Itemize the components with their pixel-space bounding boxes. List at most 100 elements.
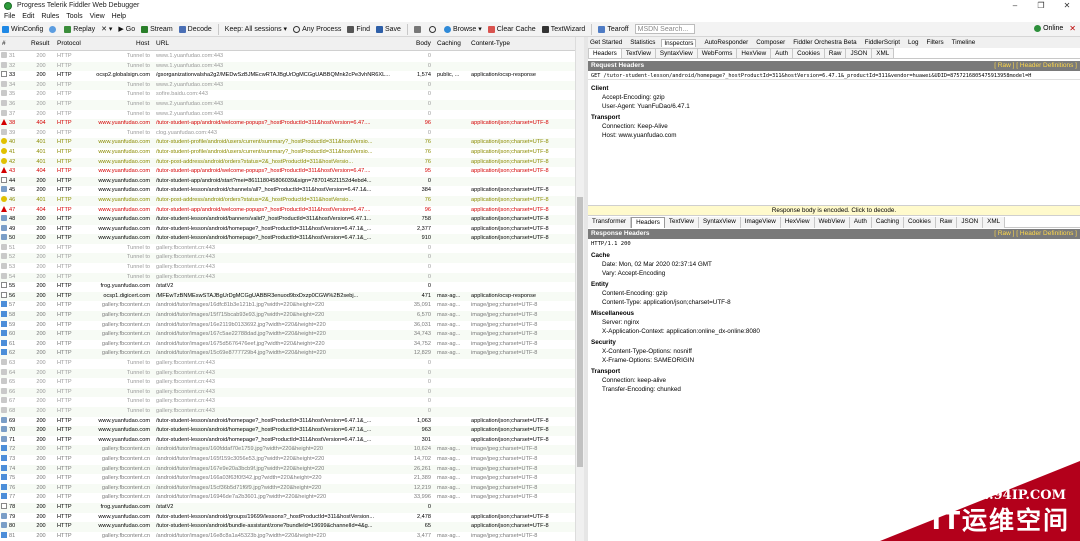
session-row[interactable]: 75 200 HTTP gallery.fbcontent.cn/android/tu… bbox=[0, 474, 575, 484]
session-row[interactable]: 36 200 HTTP Tunnel to www.2.yuanfudao.com:44… bbox=[0, 99, 575, 110]
raw-link[interactable]: [ Raw ] bbox=[994, 62, 1014, 69]
session-row[interactable]: 39 200 HTTP Tunnel to clog.yuanfudao.com:443… bbox=[0, 128, 575, 139]
req-tab-xml[interactable]: XML bbox=[871, 48, 895, 58]
header-entry[interactable]: User-Agent: YuanFuDao/6.47.1 bbox=[591, 102, 1071, 111]
col-num[interactable]: # bbox=[2, 40, 6, 47]
sessions-scrollbar[interactable] bbox=[575, 37, 584, 541]
col-protocol[interactable]: Protocol bbox=[57, 40, 81, 47]
session-row[interactable]: 77 200 HTTP gallery.fbcontent.cn/android/tu… bbox=[0, 493, 575, 503]
header-entry[interactable]: Connection: Keep-Alive bbox=[591, 122, 1071, 131]
session-row[interactable]: 67 200 HTTP Tunnel to gallery.fbcontent.cn:4… bbox=[0, 397, 575, 407]
session-row[interactable]: 66 200 HTTP Tunnel to gallery.fbcontent.cn:4… bbox=[0, 387, 575, 398]
session-row[interactable]: 62 200 HTTP gallery.fbcontent.cn/android/tu… bbox=[0, 349, 575, 359]
session-row[interactable]: 31 200 HTTP Tunnel to www.1.yuanfudao.com:44… bbox=[0, 52, 575, 62]
decode-button[interactable]: Decode bbox=[178, 25, 212, 33]
session-row[interactable]: 50 200 HTTP www.yuanfudao.com/tutor-student… bbox=[0, 234, 575, 244]
session-row[interactable]: 38 404 HTTP www.yuanfudao.com/tutor-student… bbox=[0, 119, 575, 129]
session-row[interactable]: 51 200 HTTP Tunnel to gallery.fbcontent.cn:4… bbox=[0, 243, 575, 254]
col-caching[interactable]: Caching bbox=[437, 40, 461, 47]
resp-tab-transformer[interactable]: Transformer bbox=[588, 217, 632, 228]
session-row[interactable]: 41 401 HTTP www.yuanfudao.com/tutor-student… bbox=[0, 147, 575, 158]
header-entry[interactable]: Transfer-Encoding: chunked bbox=[591, 385, 1071, 394]
req-tab-webforms[interactable]: WebForms bbox=[696, 48, 738, 58]
tab-autoresponder[interactable]: AutoResponder bbox=[702, 39, 748, 46]
header-definitions-link[interactable]: [ Header Definitions ] bbox=[1016, 62, 1077, 69]
resp-tab-raw[interactable]: Raw bbox=[935, 217, 958, 228]
msdn-search-input[interactable]: MSDN Search... bbox=[634, 24, 695, 34]
decode-notice[interactable]: Response body is encoded. Click to decod… bbox=[588, 205, 1080, 216]
session-row[interactable]: 56 200 HTTP ocsp1.digicert.com/MFEwTzBNMEsw… bbox=[0, 291, 575, 302]
header-section[interactable]: Transport bbox=[591, 367, 1071, 376]
session-row[interactable]: 64 200 HTTP Tunnel to gallery.fbcontent.cn:4… bbox=[0, 368, 575, 379]
save-button[interactable]: Save bbox=[376, 25, 401, 33]
tab-fiddlerscript[interactable]: FiddlerScript bbox=[863, 39, 900, 46]
menu-rules[interactable]: Rules bbox=[41, 13, 59, 20]
col-body[interactable]: Body bbox=[416, 40, 431, 47]
session-row[interactable]: 53 200 HTTP Tunnel to gallery.fbcontent.cn:4… bbox=[0, 263, 575, 273]
session-row[interactable]: 70 200 HTTP www.yuanfudao.com/tutor-student… bbox=[0, 426, 575, 436]
tab-log[interactable]: Log bbox=[906, 39, 919, 46]
req-tab-cookies[interactable]: Cookies bbox=[792, 48, 825, 58]
session-row[interactable]: 76 200 HTTP gallery.fbcontent.cn/android/tu… bbox=[0, 483, 575, 494]
session-row[interactable]: 61 200 HTTP gallery.fbcontent.cn/android/tu… bbox=[0, 339, 575, 350]
session-row[interactable]: 40 401 HTTP www.yuanfudao.com/tutor-student… bbox=[0, 138, 575, 148]
resp-tab-cookies[interactable]: Cookies bbox=[904, 217, 936, 228]
header-section[interactable]: Client bbox=[591, 84, 1071, 93]
keep-sessions-dropdown[interactable]: Keep: All sessions ▾ bbox=[225, 25, 287, 33]
session-row[interactable]: 59 200 HTTP gallery.fbcontent.cn/android/tu… bbox=[0, 320, 575, 331]
header-entry[interactable]: Content-Type: application/json;charset=U… bbox=[591, 298, 1071, 307]
resp-tab-imageview[interactable]: ImageView bbox=[740, 217, 781, 228]
header-section[interactable]: Cache bbox=[591, 251, 1071, 260]
resp-tab-headers[interactable]: Headers bbox=[631, 217, 665, 228]
col-host[interactable]: Host bbox=[136, 40, 149, 47]
comment-button[interactable] bbox=[49, 25, 58, 33]
session-row[interactable]: 33 200 HTTP ocsp2.globalsign.com/gsorganiza… bbox=[0, 71, 575, 81]
session-row[interactable]: 71 200 HTTP www.yuanfudao.com/tutor-student… bbox=[0, 435, 575, 446]
textwizard-button[interactable]: TextWizard bbox=[541, 25, 585, 33]
session-row[interactable]: 60 200 HTTP gallery.fbcontent.cn/android/tu… bbox=[0, 330, 575, 340]
header-entry[interactable]: Vary: Accept-Encoding bbox=[591, 269, 1071, 278]
header-entry[interactable]: X-Application-Context: application:onlin… bbox=[591, 327, 1071, 336]
tab-inspectors[interactable]: Inspectors bbox=[661, 38, 697, 47]
session-row[interactable]: 45 200 HTTP www.yuanfudao.com/tutor-student… bbox=[0, 186, 575, 196]
minimize-button[interactable]: – bbox=[1002, 0, 1028, 11]
session-row[interactable]: 81 200 HTTP gallery.fbcontent.cn/android/tu… bbox=[0, 531, 575, 541]
menu-help[interactable]: Help bbox=[112, 13, 126, 20]
tab-timeline[interactable]: Timeline bbox=[950, 39, 976, 46]
session-row[interactable]: 54 200 HTTP Tunnel to gallery.fbcontent.cn:4… bbox=[0, 272, 575, 283]
remove-button[interactable]: ✕ ▾ bbox=[101, 25, 112, 33]
req-tab-auth[interactable]: Auth bbox=[770, 48, 794, 58]
close-toolbar-icon[interactable]: ✕ bbox=[1069, 24, 1076, 33]
session-row[interactable]: 43 404 HTTP www.yuanfudao.com/tutor-student… bbox=[0, 167, 575, 177]
header-entry[interactable]: Accept-Encoding: gzip bbox=[591, 93, 1071, 102]
stream-button[interactable]: Stream bbox=[141, 25, 173, 33]
session-row[interactable]: 74 200 HTTP gallery.fbcontent.cn/android/tu… bbox=[0, 464, 575, 475]
tab-filters[interactable]: Filters bbox=[925, 39, 944, 46]
session-row[interactable]: 55 200 HTTP frog.yuanfudao.com/statV2 0 bbox=[0, 282, 575, 292]
header-entry[interactable]: Connection: keep-alive bbox=[591, 376, 1071, 385]
scrollbar-thumb[interactable] bbox=[577, 197, 583, 467]
find-button[interactable]: Find bbox=[347, 25, 370, 33]
tab-get-started[interactable]: Get Started bbox=[588, 39, 622, 46]
session-row[interactable]: 49 200 HTTP www.yuanfudao.com/tutor-student… bbox=[0, 224, 575, 235]
screenshot-button[interactable] bbox=[413, 25, 423, 33]
session-row[interactable]: 80 200 HTTP www.yuanfudao.com/tutor-student… bbox=[0, 522, 575, 532]
session-row[interactable]: 69 200 HTTP www.yuanfudao.com/tutor-student… bbox=[0, 416, 575, 427]
col-result[interactable]: Result bbox=[31, 40, 49, 47]
session-row[interactable]: 79 200 HTTP www.yuanfudao.com/tutor-student… bbox=[0, 512, 575, 523]
session-row[interactable]: 35 200 HTTP Tunnel to sofire.baidu.com:443 0 bbox=[0, 90, 575, 100]
resp-tab-hexview[interactable]: HexView bbox=[780, 217, 815, 228]
session-row[interactable]: 52 200 HTTP Tunnel to gallery.fbcontent.cn:4… bbox=[0, 253, 575, 264]
winconfig-button[interactable]: WinConfig bbox=[2, 25, 43, 33]
header-section[interactable]: Miscellaneous bbox=[591, 309, 1071, 318]
req-tab-raw[interactable]: Raw bbox=[823, 48, 847, 58]
session-row[interactable]: 42 401 HTTP www.yuanfudao.com/tutor-post-ad… bbox=[0, 157, 575, 168]
req-tab-json[interactable]: JSON bbox=[845, 48, 873, 58]
header-entry[interactable]: X-Content-Type-Options: nosniff bbox=[591, 347, 1071, 356]
resp-tab-xml[interactable]: XML bbox=[983, 217, 1006, 228]
header-section[interactable]: Security bbox=[591, 338, 1071, 347]
header-entry[interactable]: X-Frame-Options: SAMEORIGIN bbox=[591, 356, 1071, 365]
replay-button[interactable]: Replay bbox=[64, 25, 95, 33]
session-row[interactable]: 68 200 HTTP Tunnel to gallery.fbcontent.cn:4… bbox=[0, 406, 575, 417]
menu-tools[interactable]: Tools bbox=[66, 13, 82, 20]
